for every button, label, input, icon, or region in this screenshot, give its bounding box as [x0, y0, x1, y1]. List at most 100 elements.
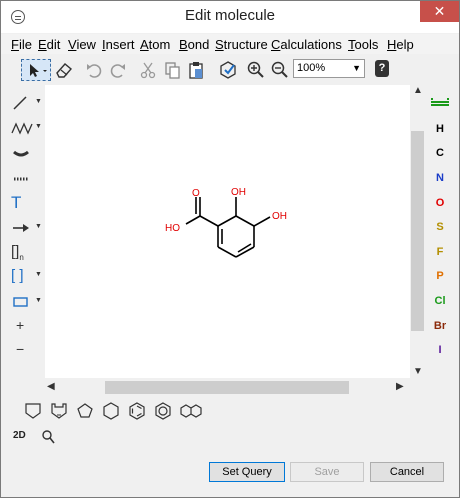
zoom-in-button[interactable] [245, 59, 267, 81]
menu-edit-label: dit [46, 37, 61, 52]
pyranose-icon[interactable] [49, 401, 69, 421]
atom-label-oh: OH [231, 187, 246, 198]
cyclopropane-icon[interactable] [23, 401, 43, 421]
element-o-button[interactable]: O [425, 197, 455, 209]
cut-button[interactable] [137, 59, 159, 81]
element-f-button[interactable]: F [425, 246, 455, 258]
redo-button[interactable] [107, 59, 129, 81]
menu-bar: File Edit View Insert Atom Bond Structur… [1, 34, 459, 54]
atom-label-ho: HO [165, 223, 180, 234]
scroll-up-icon[interactable]: ▲ [413, 85, 423, 96]
copy-icon [165, 62, 180, 79]
menu-atom[interactable]: Atom [140, 37, 170, 52]
chevron-down-icon: ▼ [352, 63, 361, 73]
dotted-bond-tool[interactable] [11, 169, 41, 189]
menu-calculations-mnemonic: C [271, 37, 281, 52]
menu-structure[interactable]: Structure [215, 37, 268, 52]
charge-plus-tool[interactable]: + [11, 317, 41, 337]
bracket-tool[interactable]: [ ] ▼ [11, 267, 42, 287]
ring-bond [217, 246, 237, 258]
horizontal-scroll-thumb[interactable] [105, 381, 349, 394]
horizontal-scrollbar[interactable] [45, 379, 410, 396]
clean-structure-button[interactable] [217, 59, 239, 81]
element-cl-button[interactable]: Cl [425, 295, 455, 307]
template-tool[interactable] [11, 144, 41, 164]
chevron-down-icon[interactable]: ▼ [35, 98, 42, 105]
menu-view-label: iew [76, 37, 96, 52]
search-icon[interactable] [41, 429, 55, 445]
menu-structure-label: tructure [223, 37, 268, 52]
left-toolbar: ▼ ▼ T ▼ []n [ ] ▼ ▼ + − [1, 89, 45, 369]
element-br-button[interactable]: Br [425, 320, 455, 332]
ring-bond [235, 215, 255, 227]
2d-view-button[interactable]: 2D [13, 430, 26, 441]
undo-button[interactable] [83, 59, 105, 81]
zoom-out-button[interactable] [269, 59, 291, 81]
element-n-button[interactable]: N [425, 172, 455, 184]
chevron-down-icon[interactable]: ▼ [35, 223, 42, 230]
close-button[interactable]: ✕ [420, 1, 459, 22]
scroll-down-icon[interactable]: ▼ [413, 366, 423, 377]
paste-button[interactable] [185, 59, 207, 81]
help-icon[interactable]: ? [375, 60, 389, 77]
rectangle-icon [13, 297, 28, 307]
element-s-button[interactable]: S [425, 221, 455, 233]
select-tool-button[interactable] [21, 59, 51, 81]
rectangle-tool[interactable]: ▼ [11, 293, 42, 313]
window-title: Edit molecule [184, 7, 276, 24]
redo-icon [110, 64, 125, 78]
eraser-button[interactable] [53, 59, 75, 81]
menu-help-label: elp [396, 37, 414, 52]
menu-atom-label: tom [148, 37, 171, 52]
template-icon [13, 150, 29, 157]
bracket-n-tool[interactable]: []n [11, 243, 41, 263]
element-c-button[interactable]: C [425, 147, 455, 159]
arrow-tool[interactable]: ▼ [11, 219, 42, 239]
menu-bond-mnemonic: B [179, 37, 188, 52]
periodic-table-button[interactable] [425, 95, 455, 112]
scroll-right-icon[interactable]: ▶ [396, 381, 404, 392]
single-bond-tool[interactable]: ▼ [11, 94, 42, 114]
naphthalene-icon[interactable] [179, 401, 203, 421]
menu-tools[interactable]: Tools [348, 37, 378, 52]
aromatic-ring-icon[interactable] [153, 401, 173, 421]
charge-minus-tool[interactable]: − [11, 341, 41, 361]
main-toolbar [1, 55, 459, 83]
benzene-icon[interactable] [127, 401, 147, 421]
periodic-table-icon [431, 98, 449, 106]
zoom-in-icon [247, 61, 264, 78]
menu-help[interactable]: Help [387, 37, 414, 52]
menu-view[interactable]: View [68, 37, 96, 52]
scroll-left-icon[interactable]: ◀ [47, 381, 55, 392]
dotted-bond-icon [14, 177, 28, 181]
cancel-button[interactable]: Cancel [370, 462, 444, 482]
element-i-button[interactable]: I [425, 344, 455, 356]
undo-icon [87, 64, 102, 78]
menu-calculations[interactable]: Calculations [271, 37, 342, 52]
zoom-value: 100% [297, 62, 326, 74]
set-query-button[interactable]: Set Query [209, 462, 285, 482]
copy-button[interactable] [161, 59, 183, 81]
menu-bond[interactable]: Bond [179, 37, 209, 52]
vertical-scroll-thumb[interactable] [411, 131, 424, 331]
element-h-button[interactable]: H [425, 123, 455, 135]
zoom-select[interactable]: 100% ▼ [293, 59, 365, 78]
element-p-button[interactable]: P [425, 270, 455, 282]
menu-edit[interactable]: Edit [38, 37, 60, 52]
drawing-canvas[interactable]: O OH OH HO [45, 85, 410, 378]
menu-file-label: ile [18, 37, 32, 52]
cyclopentane-icon[interactable] [75, 401, 95, 421]
chevron-down-icon[interactable]: ▼ [35, 297, 42, 304]
atom-label-oh: OH [272, 211, 287, 222]
chevron-down-icon[interactable]: ▼ [35, 271, 42, 278]
cyclohexane-icon[interactable] [101, 401, 121, 421]
chain-tool[interactable]: ▼ [11, 119, 42, 139]
menu-file[interactable]: File [11, 37, 32, 52]
clean-structure-icon [220, 61, 236, 79]
menu-insert[interactable]: Insert [102, 37, 135, 52]
text-tool[interactable]: T [11, 193, 41, 213]
vertical-scrollbar[interactable] [410, 99, 425, 362]
menu-structure-mnemonic: S [215, 37, 224, 52]
chevron-down-icon[interactable]: ▼ [35, 123, 42, 130]
save-button[interactable]: Save [290, 462, 364, 482]
